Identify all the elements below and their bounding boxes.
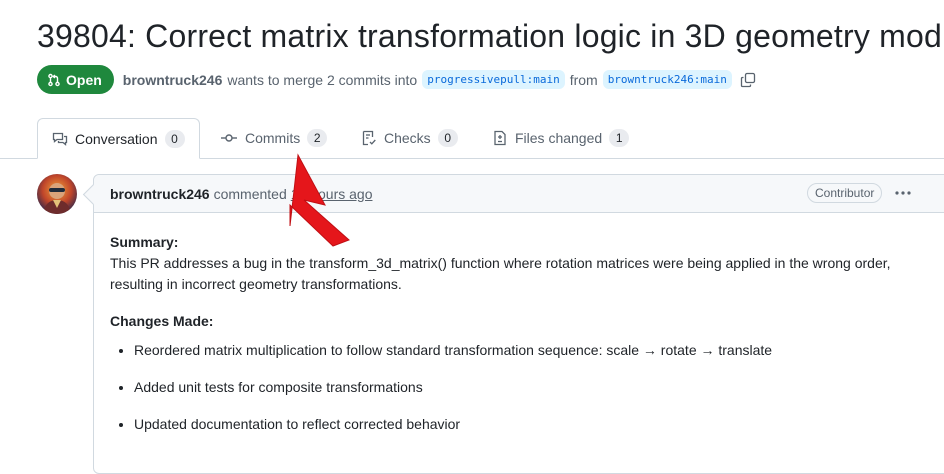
- pull-request-icon: [48, 73, 60, 86]
- tab-checks-count: 0: [437, 129, 458, 147]
- tab-files-changed[interactable]: Files changed 1: [478, 118, 643, 158]
- pr-tabs: Conversation 0 Commits 2 Checks 0 Files …: [0, 118, 944, 159]
- list-item: Updated documentation to reflect correct…: [134, 414, 944, 435]
- tab-checks-label: Checks: [384, 130, 431, 146]
- kebab-menu-icon[interactable]: [894, 185, 912, 201]
- tab-commits-label: Commits: [245, 130, 301, 146]
- contributor-badge: Contributor: [807, 183, 883, 203]
- tab-commits-count: 2: [307, 129, 328, 147]
- pr-meta: Open browntruck246 wants to merge 2 comm…: [37, 65, 756, 94]
- from-text: from: [569, 71, 598, 88]
- commit-icon: [221, 134, 237, 142]
- open-state-badge: Open: [37, 65, 114, 94]
- tab-checks[interactable]: Checks 0: [347, 118, 472, 158]
- list-item: Added unit tests for composite transform…: [134, 377, 944, 398]
- tab-files-changed-count: 1: [609, 129, 630, 147]
- comment-timestamp[interactable]: 14 hours ago: [291, 186, 373, 202]
- comment-verb: commented: [213, 185, 287, 202]
- changes-heading: Changes Made:: [110, 313, 214, 329]
- head-branch[interactable]: browntruck246:main: [602, 70, 732, 89]
- list-item: Reordered matrix multiplication to follo…: [134, 340, 944, 361]
- tab-conversation-count: 0: [164, 129, 185, 148]
- comment-author[interactable]: browntruck246: [110, 186, 210, 202]
- merge-text: wants to merge 2 commits into: [227, 71, 418, 88]
- comment-body: Summary: This PR addresses a bug in the …: [94, 213, 944, 435]
- tab-conversation[interactable]: Conversation 0: [37, 118, 200, 159]
- pr-title: 39804: Correct matrix transformation log…: [37, 18, 944, 54]
- comment-box: browntruck246 commented 14 hours ago Con…: [93, 174, 944, 474]
- tab-commits[interactable]: Commits 2: [206, 118, 341, 158]
- avatar[interactable]: [37, 174, 77, 214]
- changes-list: Reordered matrix multiplication to follo…: [110, 340, 944, 435]
- tab-conversation-label: Conversation: [75, 130, 158, 147]
- summary-text: This PR addresses a bug in the transform…: [110, 255, 891, 292]
- comment-header: browntruck246 commented 14 hours ago Con…: [94, 175, 944, 213]
- conversation-icon: [52, 132, 68, 146]
- base-branch[interactable]: progressivepull:main: [422, 70, 565, 89]
- checklist-icon: [362, 130, 376, 146]
- file-diff-icon: [494, 130, 506, 146]
- tab-files-changed-label: Files changed: [515, 130, 603, 146]
- summary-heading: Summary:: [110, 234, 179, 250]
- copy-icon[interactable]: [740, 72, 756, 88]
- state-label: Open: [66, 71, 102, 88]
- pr-author-link[interactable]: browntruck246: [123, 72, 223, 88]
